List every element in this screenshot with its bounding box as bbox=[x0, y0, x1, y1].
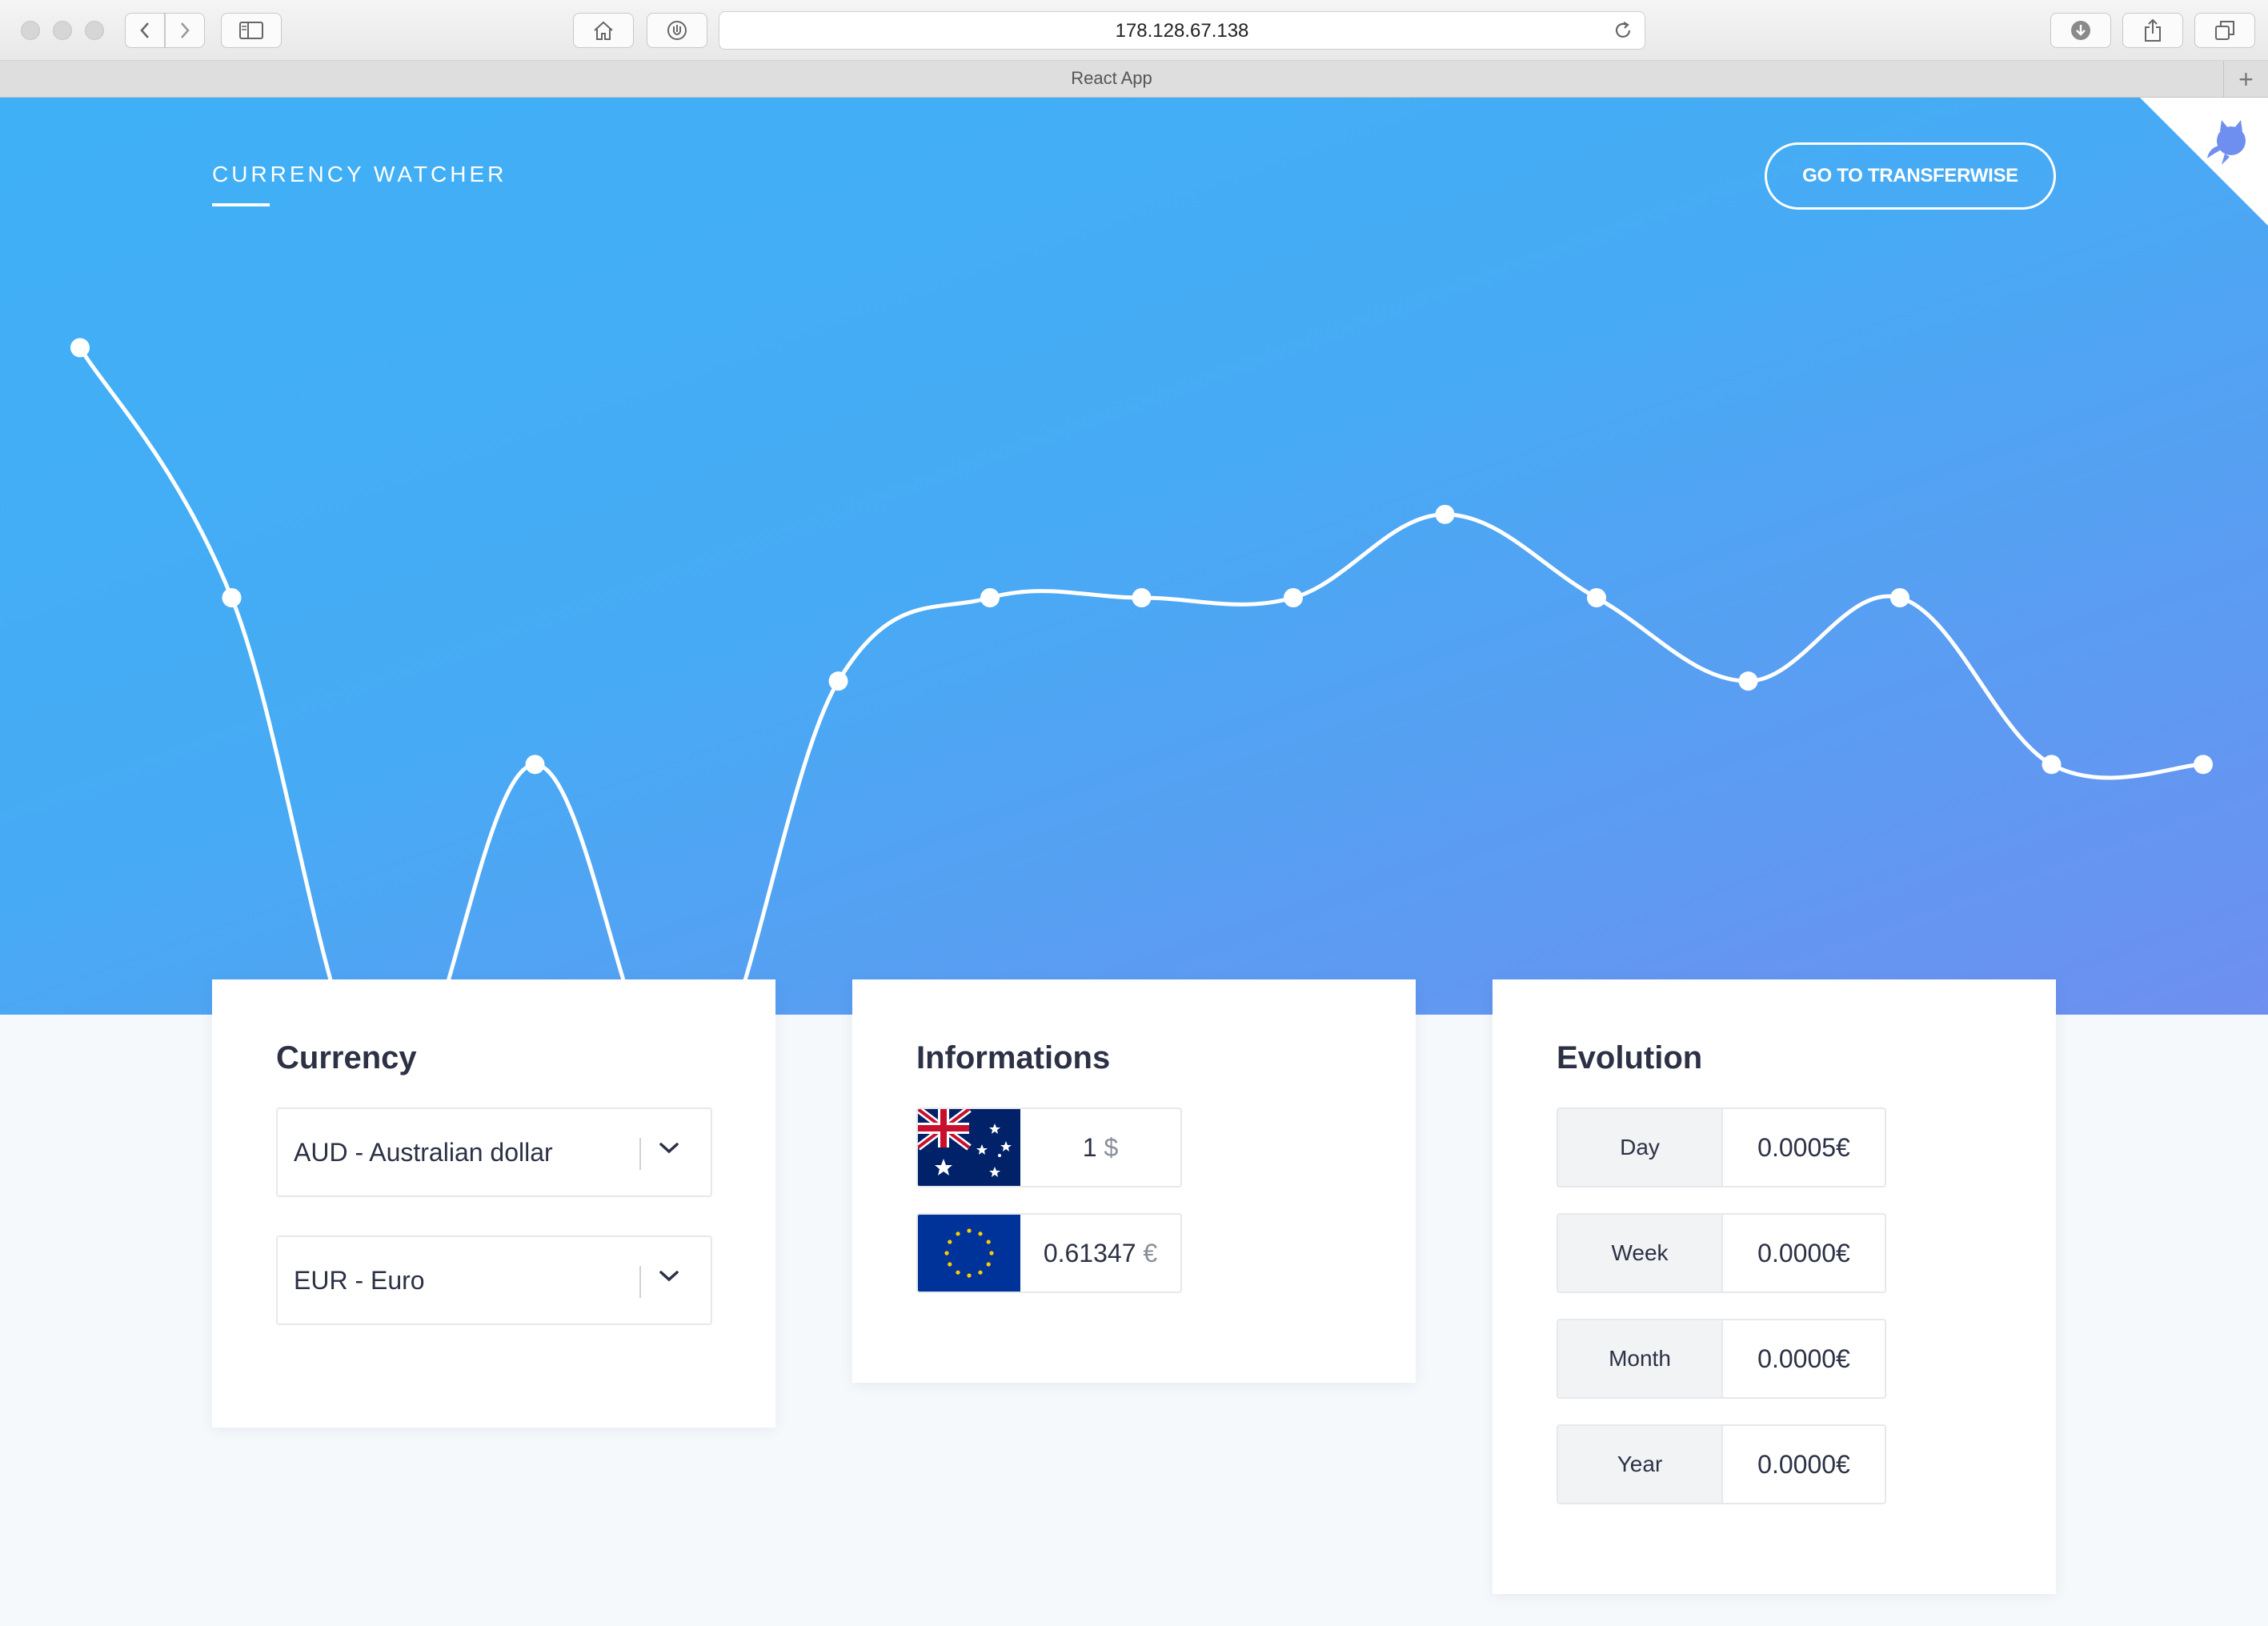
zoom-window-button[interactable] bbox=[85, 21, 104, 40]
from-currency-symbol: $ bbox=[1104, 1133, 1119, 1162]
australia-flag-icon bbox=[918, 1109, 1020, 1186]
brand-title[interactable]: CURRENCY WATCHER bbox=[212, 162, 507, 187]
chart-point[interactable] bbox=[1738, 671, 1758, 691]
brand-underline bbox=[212, 203, 270, 206]
select-separator bbox=[639, 1138, 641, 1170]
chart-point[interactable] bbox=[70, 338, 90, 358]
chart-point[interactable] bbox=[1587, 588, 1606, 607]
sidebar-button[interactable] bbox=[221, 13, 282, 48]
evolution-card-title: Evolution bbox=[1557, 1040, 1703, 1075]
to-amount: 0.61347 bbox=[1043, 1239, 1136, 1268]
rate-chart bbox=[70, 338, 2213, 1015]
eu-star bbox=[967, 1273, 972, 1278]
from-currency-value: AUD - Australian dollar bbox=[294, 1138, 553, 1167]
currency-card-title: Currency bbox=[276, 1040, 417, 1075]
chevron-down-icon[interactable] bbox=[659, 1141, 679, 1155]
hero-section: CURRENCY WATCHER GO TO TRANSFERWISE bbox=[0, 98, 2268, 1015]
chart-points bbox=[70, 338, 2213, 775]
chart-point[interactable] bbox=[525, 755, 545, 775]
from-amount-value: 1 $ bbox=[1020, 1133, 1180, 1163]
from-currency-select[interactable]: AUD - Australian dollar bbox=[276, 1107, 712, 1197]
close-window-button[interactable] bbox=[21, 21, 40, 40]
home-icon bbox=[594, 21, 613, 40]
chart-point[interactable] bbox=[828, 671, 848, 691]
eu-star bbox=[978, 1232, 983, 1236]
evolution-value: 0.0005€ bbox=[1757, 1133, 1850, 1162]
share-button[interactable] bbox=[2122, 13, 2183, 48]
reload-icon bbox=[1615, 22, 1631, 38]
evolution-value: 0.0000€ bbox=[1757, 1239, 1850, 1268]
browser-chrome: 178.128.67.138 React App + bbox=[0, 0, 2268, 98]
select-separator bbox=[639, 1266, 641, 1298]
tab-overview-button[interactable] bbox=[2194, 13, 2255, 48]
github-corner-link[interactable] bbox=[2140, 98, 2268, 226]
evolution-label: Day bbox=[1558, 1109, 1723, 1186]
address-bar[interactable]: 178.128.67.138 bbox=[719, 11, 1645, 50]
chart-point[interactable] bbox=[1132, 588, 1152, 607]
eu-star bbox=[956, 1270, 960, 1275]
evolution-label: Week bbox=[1558, 1215, 1723, 1292]
chart-point[interactable] bbox=[2194, 755, 2213, 775]
eu-star bbox=[948, 1240, 952, 1244]
sidebar-icon bbox=[239, 22, 263, 39]
to-amount-row: 0.61347 € bbox=[916, 1213, 1182, 1293]
informations-card-title: Informations bbox=[916, 1040, 1111, 1075]
from-amount-row: 1 $ bbox=[916, 1107, 1182, 1187]
back-button[interactable] bbox=[125, 13, 165, 48]
to-currency-value: EUR - Euro bbox=[294, 1266, 425, 1295]
eu-star bbox=[944, 1251, 949, 1256]
evolution-label: Year bbox=[1558, 1426, 1723, 1503]
downloads-button[interactable] bbox=[2050, 13, 2111, 48]
chart-point[interactable] bbox=[1890, 588, 1909, 607]
eu-star bbox=[978, 1270, 983, 1275]
home-button[interactable] bbox=[573, 13, 634, 48]
to-amount-value: 0.61347 € bbox=[1020, 1239, 1180, 1268]
evolution-value: 0.0000€ bbox=[1757, 1344, 1850, 1373]
shield-icon bbox=[667, 21, 687, 40]
privacy-button[interactable] bbox=[647, 13, 707, 48]
evolution-row-week: Week 0.0000€ bbox=[1557, 1213, 1886, 1293]
tabs-icon bbox=[2215, 21, 2234, 40]
share-icon bbox=[2145, 18, 2161, 42]
go-to-transferwise-button[interactable]: GO TO TRANSFERWISE bbox=[1765, 142, 2056, 210]
currency-card: Currency AUD - Australian dollar EUR - E… bbox=[212, 979, 775, 1428]
evolution-row-day: Day 0.0005€ bbox=[1557, 1107, 1886, 1187]
tab-bar: React App + bbox=[0, 61, 2268, 98]
reload-button[interactable] bbox=[1613, 20, 1633, 45]
minimize-window-button[interactable] bbox=[53, 21, 72, 40]
back-icon bbox=[140, 22, 149, 38]
evolution-card: Evolution Day 0.0005€ Week 0.0000€ Month… bbox=[1493, 979, 2056, 1594]
chart-point[interactable] bbox=[980, 588, 1000, 607]
evolution-row-year: Year 0.0000€ bbox=[1557, 1424, 1886, 1504]
to-currency-select[interactable]: EUR - Euro bbox=[276, 1236, 712, 1325]
new-tab-button[interactable]: + bbox=[2223, 61, 2268, 98]
eu-star bbox=[956, 1232, 960, 1236]
chart-point[interactable] bbox=[2042, 755, 2062, 775]
to-currency-symbol: € bbox=[1143, 1239, 1158, 1268]
eu-flag-icon bbox=[918, 1215, 1020, 1292]
evolution-label: Month bbox=[1558, 1320, 1723, 1397]
url-text: 178.128.67.138 bbox=[1115, 20, 1249, 42]
forward-icon bbox=[181, 22, 190, 38]
tab-title[interactable]: React App bbox=[0, 68, 2223, 89]
chevron-down-icon[interactable] bbox=[659, 1269, 679, 1284]
informations-card: Informations 1 $ 0.61347 € bbox=[852, 979, 1416, 1383]
from-amount: 1 bbox=[1082, 1133, 1097, 1162]
evolution-value: 0.0000€ bbox=[1757, 1450, 1850, 1479]
chart-point[interactable] bbox=[1435, 504, 1455, 524]
evolution-row-month: Month 0.0000€ bbox=[1557, 1319, 1886, 1399]
eu-star bbox=[948, 1262, 952, 1267]
eu-star bbox=[967, 1228, 972, 1233]
chart-series-line bbox=[78, 346, 2206, 1015]
eu-star bbox=[986, 1262, 991, 1267]
chart-point[interactable] bbox=[222, 588, 242, 607]
eu-star bbox=[986, 1240, 991, 1244]
chart-point[interactable] bbox=[1284, 588, 1303, 607]
browser-toolbar: 178.128.67.138 bbox=[0, 0, 2268, 61]
forward-button[interactable] bbox=[165, 13, 205, 48]
download-icon bbox=[2071, 21, 2090, 40]
eu-star bbox=[989, 1251, 994, 1256]
